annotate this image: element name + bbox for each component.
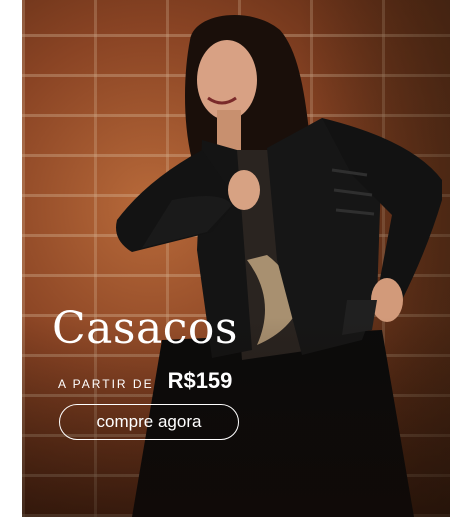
hero-banner[interactable]: Casacos A PARTIR DE R$159 compre agora bbox=[22, 0, 450, 517]
shop-now-button[interactable]: compre agora bbox=[59, 404, 239, 440]
price-prefix: A PARTIR DE bbox=[58, 377, 154, 391]
price-row: A PARTIR DE R$159 bbox=[58, 368, 232, 394]
price-value: R$159 bbox=[167, 368, 233, 393]
banner-title: Casacos bbox=[52, 303, 238, 354]
